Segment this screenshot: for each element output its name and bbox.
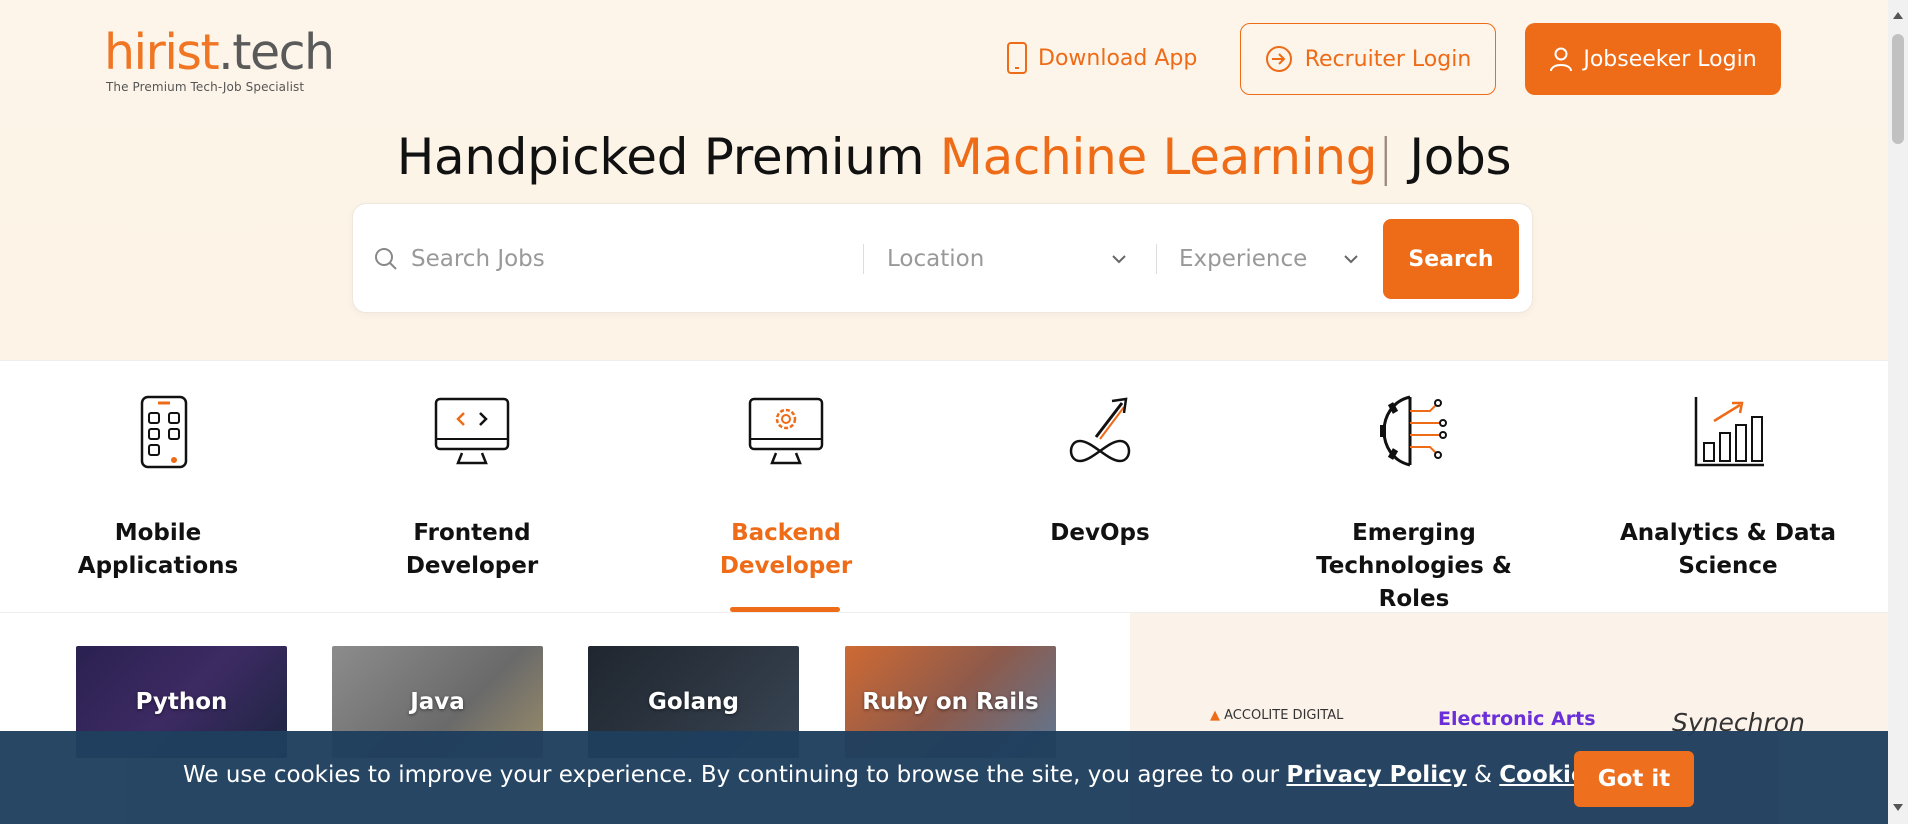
download-app-link[interactable]: Download App [1006, 40, 1197, 76]
tab-mobile-applications[interactable]: Mobile Applications [38, 361, 278, 614]
backend-monitor-gear-icon [748, 397, 824, 465]
tab-devops[interactable]: DevOps [980, 361, 1220, 614]
job-search-bar: Location Experience Search [352, 203, 1533, 313]
recruiter-login-label: Recruiter Login [1304, 46, 1472, 72]
cookie-banner: We use cookies to improve your experienc… [0, 731, 1888, 824]
scroll-thumb[interactable] [1892, 34, 1904, 144]
analytics-chart-icon [1694, 397, 1764, 467]
devops-infinity-icon [1069, 397, 1131, 463]
experience-label: Experience [1179, 246, 1308, 272]
location-label: Location [887, 246, 985, 272]
divider [1156, 244, 1157, 274]
scroll-up-arrow-icon[interactable] [1893, 12, 1903, 19]
experience-select[interactable]: Experience [1179, 234, 1359, 284]
login-arrow-icon [1265, 46, 1292, 72]
jobseeker-login-label: Jobseeker Login [1583, 46, 1757, 72]
cookie-message: We use cookies to improve your experienc… [183, 762, 1678, 788]
logo-wordmark: hirist.tech [104, 24, 335, 81]
category-tabs: Mobile Applications Frontend Developer Bac… [0, 360, 1888, 613]
page-scrollbar[interactable] [1888, 0, 1908, 824]
recruiter-login-button[interactable]: Recruiter Login [1240, 23, 1496, 95]
site-logo[interactable]: hirist.tech The Premium Tech-Job Special… [104, 24, 335, 94]
location-select[interactable]: Location [887, 234, 1127, 284]
scroll-down-arrow-icon[interactable] [1893, 804, 1903, 811]
mobile-app-icon [140, 395, 188, 469]
company-logo-accolite[interactable]: ▲ ACCOLITE DIGITAL [1210, 708, 1343, 723]
typing-cursor: | [1377, 128, 1394, 186]
logo-tagline: The Premium Tech-Job Specialist [106, 80, 305, 94]
tab-backend-developer[interactable]: Backend Developer [666, 361, 906, 614]
active-tab-indicator [730, 607, 840, 612]
tab-emerging-technologies[interactable]: Emerging Technologies & Roles [1294, 361, 1534, 614]
user-icon [1550, 47, 1573, 72]
emerging-tech-gear-icon [1380, 395, 1447, 467]
page-headline: Handpicked Premium Machine Learning| Job… [396, 128, 1512, 186]
tab-analytics-data-science[interactable]: Analytics & Data Science [1608, 361, 1848, 614]
search-input-wrapper [373, 234, 873, 284]
tab-frontend-developer[interactable]: Frontend Developer [352, 361, 592, 614]
headline-highlight: Machine Learning [939, 128, 1378, 186]
divider [863, 244, 864, 274]
search-jobs-input[interactable] [411, 246, 851, 272]
privacy-policy-link[interactable]: Privacy Policy [1286, 762, 1466, 788]
chevron-down-icon [1112, 255, 1126, 264]
company-logo-electronic-arts[interactable]: Electronic Arts [1438, 708, 1596, 730]
search-icon [375, 248, 397, 270]
search-button[interactable]: Search [1383, 219, 1519, 299]
got-it-button[interactable]: Got it [1574, 751, 1694, 807]
download-app-label: Download App [1038, 45, 1198, 71]
chevron-down-icon [1344, 255, 1358, 264]
jobseeker-login-button[interactable]: Jobseeker Login [1525, 23, 1781, 95]
phone-icon [1007, 42, 1027, 74]
hero-section: hirist.tech The Premium Tech-Job Special… [0, 0, 1888, 360]
frontend-monitor-icon [434, 397, 510, 465]
